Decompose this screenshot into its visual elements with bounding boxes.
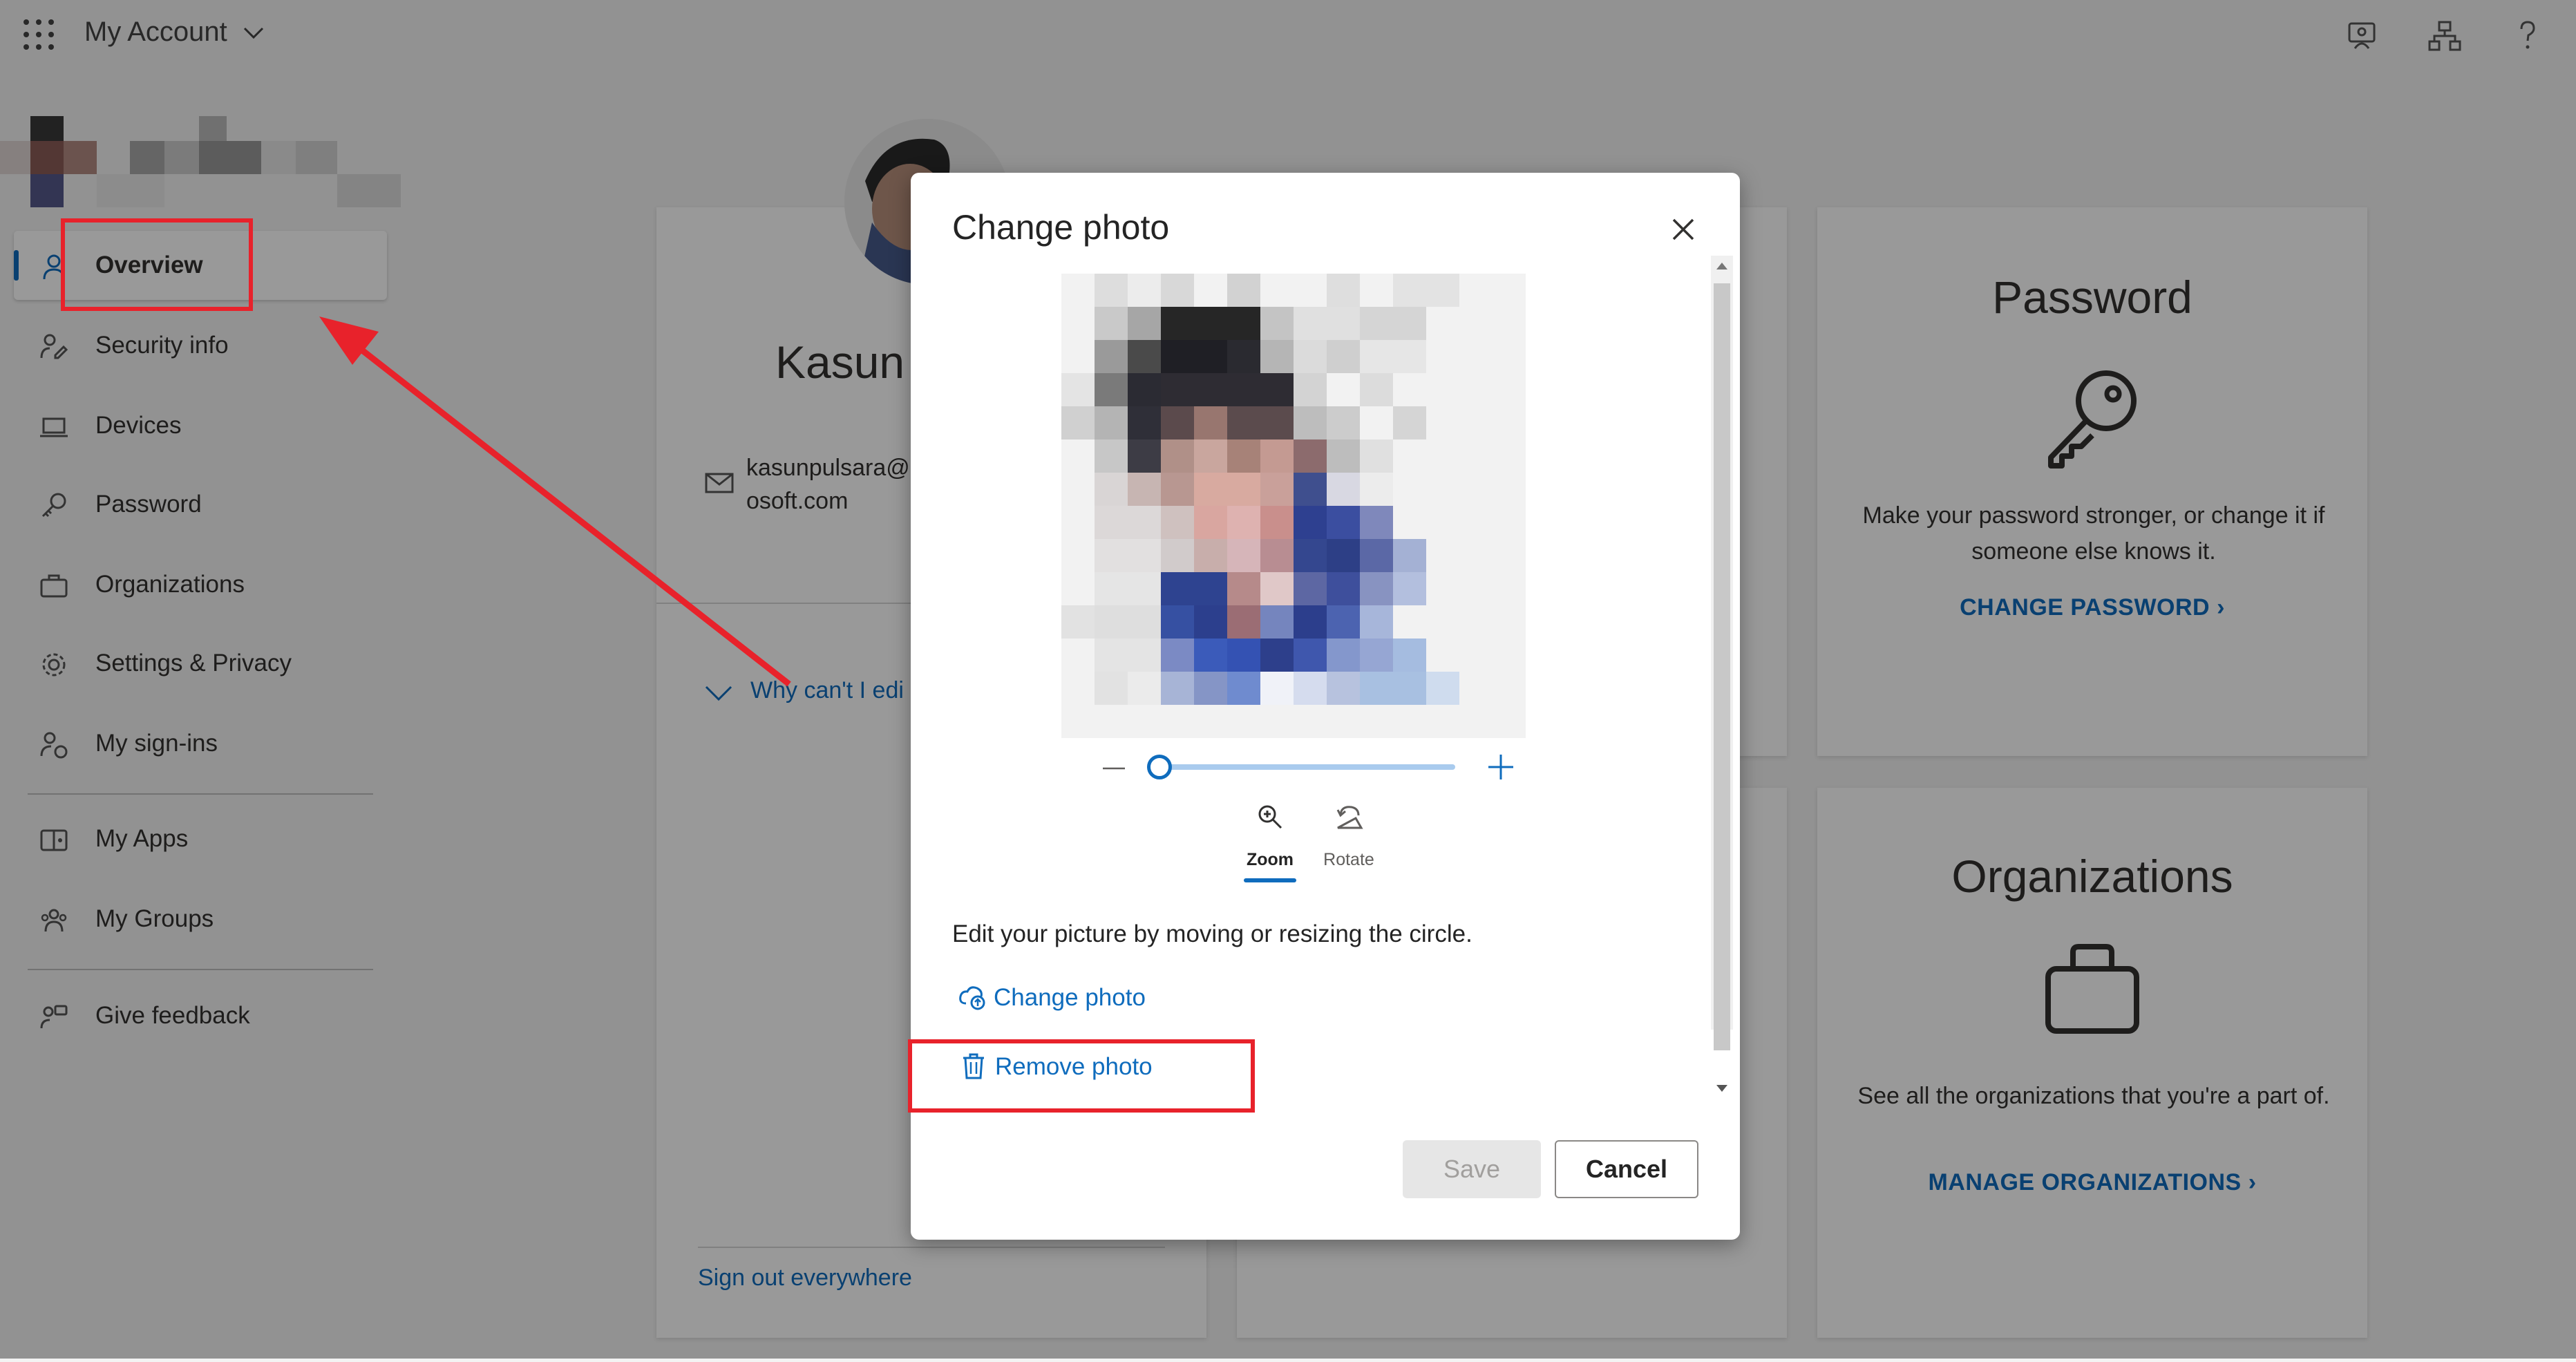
cancel-button[interactable]: Cancel: [1555, 1140, 1698, 1198]
annotation-box-overview: [61, 218, 253, 311]
save-button[interactable]: Save: [1403, 1140, 1541, 1198]
zoom-slider-track[interactable]: [1158, 764, 1455, 770]
rotate-tool-label: Rotate: [1323, 850, 1374, 869]
zoom-in-button[interactable]: [1486, 752, 1516, 782]
scrollbar-thumb[interactable]: [1714, 283, 1730, 1050]
scroll-down-arrow-icon[interactable]: [1715, 1084, 1729, 1097]
active-tab-indicator: [1244, 878, 1296, 882]
rotate-icon: [1335, 803, 1364, 834]
close-icon[interactable]: [1669, 216, 1697, 243]
change-photo-link[interactable]: Change photo: [958, 978, 1193, 1016]
change-photo-label: Change photo: [994, 984, 1146, 1011]
annotation-box-remove-photo: [908, 1039, 1255, 1113]
zoom-out-button[interactable]: [1100, 755, 1128, 782]
zoom-icon: [1256, 803, 1284, 834]
zoom-tool-tab[interactable]: Zoom: [1241, 799, 1299, 882]
zoom-slider-thumb[interactable]: [1147, 755, 1172, 779]
edit-instructions: Edit your picture by moving or resizing …: [952, 920, 1472, 947]
dialog-title: Change photo: [952, 208, 1170, 247]
rotate-tool-tab[interactable]: Rotate: [1316, 799, 1382, 882]
photo-crop-area[interactable]: [1061, 274, 1526, 738]
cloud-upload-icon: [958, 983, 987, 1012]
zoom-tool-label: Zoom: [1246, 850, 1294, 869]
scroll-up-arrow-icon[interactable]: [1715, 261, 1729, 274]
